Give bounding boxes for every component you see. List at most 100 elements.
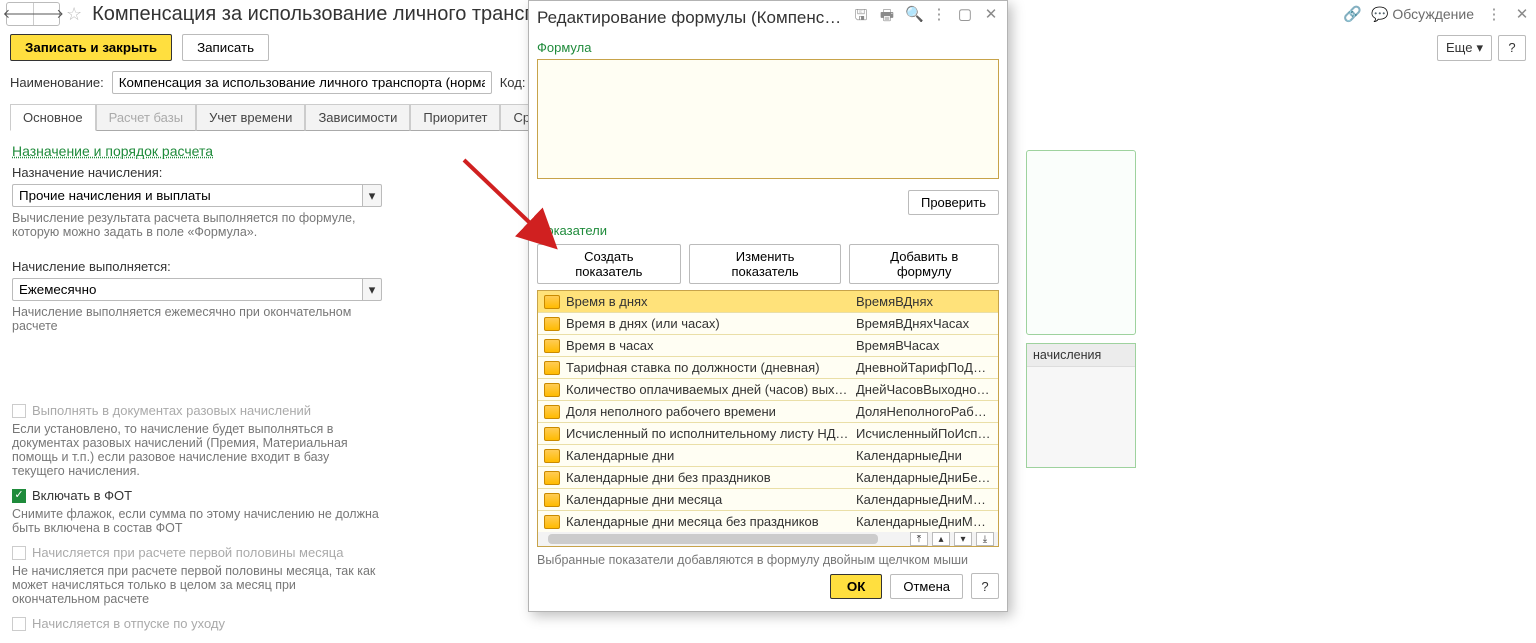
perform-help: Начисление выполняется ежемесячно при ок…	[12, 305, 382, 333]
indicator-hint: Выбранные показатели добавляются в форму…	[537, 553, 999, 567]
indicator-icon	[544, 383, 560, 397]
chk4	[12, 617, 26, 631]
create-indicator-button[interactable]: Создать показатель	[537, 244, 681, 284]
indicator-row[interactable]: Время в днях ВремяВДнях	[538, 291, 998, 312]
chk2-help: Снимите флажок, если сумма по этому начи…	[12, 507, 382, 535]
save-icon[interactable]: 🖫	[853, 5, 869, 30]
indicator-hscroll[interactable]: ⤒ ▴ ▾ ⤓	[538, 532, 998, 546]
indicator-table[interactable]: Время в днях ВремяВДнях Время в днях (или …	[537, 290, 999, 547]
indicator-row[interactable]: Время в часахВремяВЧасах	[538, 334, 998, 356]
indicator-label: Тарифная ставка по должности (дневная)	[566, 360, 850, 375]
indicator-icon	[544, 405, 560, 419]
nav-forward-button[interactable]: 🡒	[33, 3, 59, 25]
formula-textarea[interactable]	[537, 59, 999, 179]
indicator-icon	[544, 427, 560, 441]
indicator-icon	[544, 339, 560, 353]
tool-up-icon[interactable]: ▴	[932, 532, 950, 546]
dialog-body: Формула Проверить Показатели Создать пок…	[529, 34, 1007, 611]
indicator-code: КалендарныеДни	[856, 448, 992, 463]
indicator-label: Календарные дни	[566, 448, 850, 463]
tab-time[interactable]: Учет времени	[196, 104, 305, 131]
purpose-dropdown-button[interactable]: ▾	[362, 184, 382, 207]
purpose-input[interactable]	[12, 184, 362, 207]
indicator-code: КалендарныеДниМесяца	[856, 492, 992, 507]
indicator-row[interactable]: Доля неполного рабочего времениДоляНепол…	[538, 400, 998, 422]
indicator-code: КалендарныеДниБезПра	[856, 470, 992, 485]
indicator-row[interactable]: Исчисленный по исполнительному листу НДФ…	[538, 422, 998, 444]
name-label: Наименование:	[10, 75, 104, 90]
indicator-code: КалендарныеДниМесяца	[856, 514, 992, 529]
tab-main[interactable]: Основное	[10, 104, 96, 131]
indicator-label: Доля неполного рабочего времени	[566, 404, 850, 419]
chevron-down-icon: ▾	[369, 282, 376, 298]
indicator-icon	[544, 493, 560, 507]
indicator-row[interactable]: Календарные дни без праздников Календарны…	[538, 466, 998, 488]
close-icon[interactable]: ✕	[1514, 5, 1530, 23]
indicator-label: Время в днях	[566, 294, 850, 309]
tab-priority[interactable]: Приоритет	[410, 104, 500, 131]
indicator-code: ИсчисленныйПоИсполни	[856, 426, 992, 441]
chk2[interactable]: ✓	[12, 489, 26, 503]
indicator-row[interactable]: Тарифная ставка по должности (дневная) Дн…	[538, 356, 998, 378]
tool-bottom-icon[interactable]: ⤓	[976, 532, 994, 546]
discuss-button[interactable]: 💬 Обсуждение	[1371, 6, 1474, 23]
perform-dropdown-button[interactable]: ▾	[362, 278, 382, 301]
tab-base[interactable]: Расчет базы	[96, 104, 197, 131]
formula-label: Формула	[537, 40, 999, 55]
name-input[interactable]	[112, 71, 492, 94]
right-box-header: начисления	[1027, 344, 1135, 367]
indicator-row[interactable]: Количество оплачиваемых дней (часов) вых…	[538, 378, 998, 400]
dialog-cancel-button[interactable]: Отмена	[890, 574, 963, 599]
perform-combo: ▾	[12, 278, 382, 301]
chk4-label: Начисляется в отпуске по уходу	[32, 616, 225, 631]
save-button[interactable]: Записать	[182, 34, 269, 61]
window-icon[interactable]: ▢	[957, 5, 973, 30]
indicators-label: Показатели	[537, 223, 999, 238]
dialog-ok-button[interactable]: ОК	[830, 574, 883, 599]
favorite-icon[interactable]: ☆	[66, 4, 82, 25]
indicator-label: Время в часах	[566, 338, 850, 353]
perform-input[interactable]	[12, 278, 362, 301]
indicator-row[interactable]: Календарные дни месяцаКалендарныеДниМеся…	[538, 488, 998, 510]
indicator-icon	[544, 471, 560, 485]
print-icon[interactable]: 🖶	[879, 5, 895, 30]
tool-down-icon[interactable]: ▾	[954, 532, 972, 546]
indicator-label: Календарные дни без праздников	[566, 470, 850, 485]
indicator-icon	[544, 515, 560, 529]
kebab-icon[interactable]: ⋮	[1486, 5, 1502, 23]
chk4-row: Начисляется в отпуске по уходу	[12, 616, 1524, 631]
edit-indicator-button[interactable]: Изменить показатель	[689, 244, 842, 284]
add-to-formula-button[interactable]: Добавить в формулу	[849, 244, 999, 284]
chk3-label: Начисляется при расчете первой половины …	[32, 545, 343, 560]
indicator-icon	[544, 361, 560, 375]
link-icon[interactable]: 🔗	[1343, 5, 1359, 23]
save-and-close-button[interactable]: Записать и закрыть	[10, 34, 172, 61]
help-button[interactable]: ?	[1498, 35, 1526, 61]
chk1-label: Выполнять в документах разовых начислени…	[32, 403, 311, 418]
dialog-close-icon[interactable]: ✕	[983, 5, 999, 30]
indicator-row[interactable]: Календарные дни КалендарныеДни	[538, 444, 998, 466]
tab-deps[interactable]: Зависимости	[305, 104, 410, 131]
check-button[interactable]: Проверить	[908, 190, 999, 215]
indicator-code: ВремяВДняхЧасах	[856, 316, 992, 331]
nav-buttons: 🡐 🡒	[6, 2, 60, 26]
indicator-code: ВремяВДнях	[856, 294, 992, 309]
code-label: Код:	[500, 75, 526, 90]
tool-top-icon[interactable]: ⤒	[910, 532, 928, 546]
purpose-combo: ▾	[12, 184, 382, 207]
chevron-down-icon: ▾	[1476, 40, 1483, 56]
chk2-label: Включать в ФОТ	[32, 488, 132, 503]
find-icon[interactable]: 🔍	[905, 5, 921, 30]
scroll-thumb[interactable]	[548, 534, 878, 544]
right-panel: начисления	[1026, 150, 1136, 468]
indicator-code: ДневнойТарифПоДолжн	[856, 360, 992, 375]
indicator-icon	[544, 449, 560, 463]
mini-tools: ⤒ ▴ ▾ ⤓	[906, 532, 998, 546]
titlebar-right: 🔗 💬 Обсуждение ⋮ ✕	[1343, 5, 1530, 23]
dialog-help-button[interactable]: ?	[971, 573, 999, 599]
indicator-row[interactable]: Календарные дни месяца без праздниковКал…	[538, 510, 998, 532]
indicator-row[interactable]: Время в днях (или часах)ВремяВДняхЧасах	[538, 312, 998, 334]
more-menu-button[interactable]: Еще ▾	[1437, 35, 1492, 61]
chk1-help: Если установлено, то начисление будет вы…	[12, 422, 382, 478]
kebab-icon[interactable]: ⋮	[931, 5, 947, 30]
